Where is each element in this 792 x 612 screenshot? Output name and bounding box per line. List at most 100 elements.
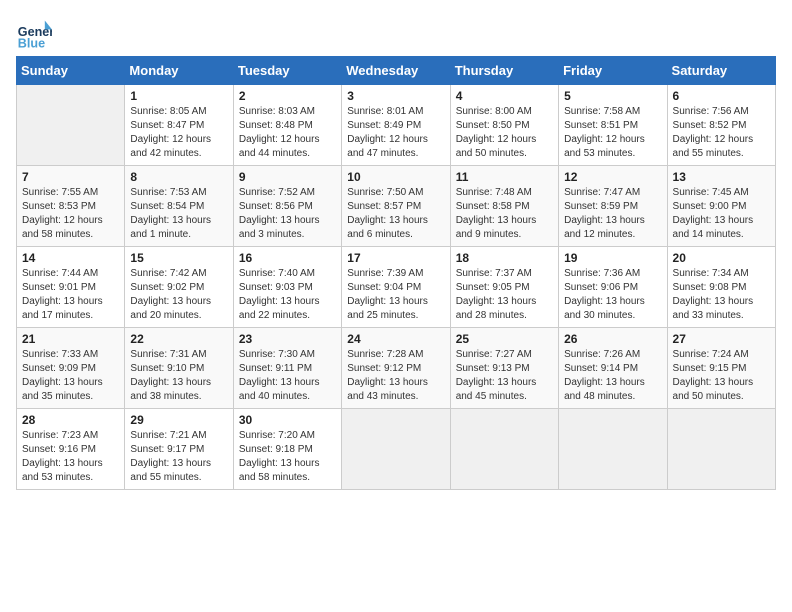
day-number: 7 bbox=[22, 170, 119, 184]
day-info: Sunrise: 7:40 AM Sunset: 9:03 PM Dayligh… bbox=[239, 267, 336, 323]
calendar-cell: 1 Sunrise: 8:05 AM Sunset: 8:47 PM Daylig… bbox=[125, 85, 233, 166]
weekday-header: Wednesday bbox=[342, 57, 450, 85]
day-info: Sunrise: 7:48 AM Sunset: 8:58 PM Dayligh… bbox=[456, 186, 553, 242]
calendar-cell: 14 Sunrise: 7:44 AM Sunset: 9:01 PM Dayli… bbox=[17, 247, 125, 328]
day-info: Sunrise: 7:26 AM Sunset: 9:14 PM Dayligh… bbox=[564, 348, 661, 404]
calendar-cell: 29 Sunrise: 7:21 AM Sunset: 9:17 PM Dayli… bbox=[125, 409, 233, 490]
page-header: General Blue bbox=[16, 16, 776, 52]
calendar-cell: 18Sunrise: 7:37 AM Sunset: 9:05 PM Dayli… bbox=[450, 247, 558, 328]
calendar-cell: 4Sunrise: 8:00 AM Sunset: 8:50 PM Daylig… bbox=[450, 85, 558, 166]
calendar-cell: 24 Sunrise: 7:28 AM Sunset: 9:12 PM Dayli… bbox=[342, 328, 450, 409]
calendar-cell: 11 Sunrise: 7:48 AM Sunset: 8:58 PM Dayli… bbox=[450, 166, 558, 247]
weekday-header: Friday bbox=[559, 57, 667, 85]
calendar-week-row: 7 Sunrise: 7:55 AM Sunset: 8:53 PM Daylig… bbox=[17, 166, 776, 247]
day-number: 13 bbox=[673, 170, 770, 184]
day-number: 20 bbox=[673, 251, 770, 265]
day-number: 1 bbox=[130, 89, 227, 103]
day-number: 23 bbox=[239, 332, 336, 346]
day-number: 29 bbox=[130, 413, 227, 427]
calendar-cell: 3 Sunrise: 8:01 AM Sunset: 8:49 PM Daylig… bbox=[342, 85, 450, 166]
calendar-cell: 20 Sunrise: 7:34 AM Sunset: 9:08 PM Dayli… bbox=[667, 247, 775, 328]
logo: General Blue bbox=[16, 16, 52, 52]
calendar-cell: 13 Sunrise: 7:45 AM Sunset: 9:00 PM Dayli… bbox=[667, 166, 775, 247]
calendar-cell: 26 Sunrise: 7:26 AM Sunset: 9:14 PM Dayli… bbox=[559, 328, 667, 409]
calendar-week-row: 14 Sunrise: 7:44 AM Sunset: 9:01 PM Dayli… bbox=[17, 247, 776, 328]
day-number: 26 bbox=[564, 332, 661, 346]
calendar-cell: 22 Sunrise: 7:31 AM Sunset: 9:10 PM Dayli… bbox=[125, 328, 233, 409]
day-number: 12 bbox=[564, 170, 661, 184]
day-info: Sunrise: 7:24 AM Sunset: 9:15 PM Dayligh… bbox=[673, 348, 770, 404]
day-number: 2 bbox=[239, 89, 336, 103]
day-info: Sunrise: 7:42 AM Sunset: 9:02 PM Dayligh… bbox=[130, 267, 227, 323]
day-info: Sunrise: 7:21 AM Sunset: 9:17 PM Dayligh… bbox=[130, 429, 227, 485]
calendar-cell: 23 Sunrise: 7:30 AM Sunset: 9:11 PM Dayli… bbox=[233, 328, 341, 409]
day-info: Sunrise: 7:28 AM Sunset: 9:12 PM Dayligh… bbox=[347, 348, 444, 404]
calendar-cell: 21 Sunrise: 7:33 AM Sunset: 9:09 PM Dayli… bbox=[17, 328, 125, 409]
day-info: Sunrise: 7:23 AM Sunset: 9:16 PM Dayligh… bbox=[22, 429, 119, 485]
calendar-week-row: 21 Sunrise: 7:33 AM Sunset: 9:09 PM Dayli… bbox=[17, 328, 776, 409]
day-info: Sunrise: 7:55 AM Sunset: 8:53 PM Dayligh… bbox=[22, 186, 119, 242]
day-info: Sunrise: 7:44 AM Sunset: 9:01 PM Dayligh… bbox=[22, 267, 119, 323]
calendar-cell bbox=[342, 409, 450, 490]
calendar-cell: 8 Sunrise: 7:53 AM Sunset: 8:54 PM Daylig… bbox=[125, 166, 233, 247]
calendar-week-row: 1 Sunrise: 8:05 AM Sunset: 8:47 PM Daylig… bbox=[17, 85, 776, 166]
day-number: 27 bbox=[673, 332, 770, 346]
logo-icon: General Blue bbox=[16, 16, 52, 52]
weekday-header: Sunday bbox=[17, 57, 125, 85]
calendar-cell: 27 Sunrise: 7:24 AM Sunset: 9:15 PM Dayli… bbox=[667, 328, 775, 409]
day-info: Sunrise: 7:34 AM Sunset: 9:08 PM Dayligh… bbox=[673, 267, 770, 323]
day-number: 10 bbox=[347, 170, 444, 184]
calendar-cell: 6 Sunrise: 7:56 AM Sunset: 8:52 PM Daylig… bbox=[667, 85, 775, 166]
day-number: 19 bbox=[564, 251, 661, 265]
day-number: 24 bbox=[347, 332, 444, 346]
calendar-cell: 12 Sunrise: 7:47 AM Sunset: 8:59 PM Dayli… bbox=[559, 166, 667, 247]
weekday-header-row: SundayMondayTuesdayWednesdayThursdayFrid… bbox=[17, 57, 776, 85]
weekday-header: Monday bbox=[125, 57, 233, 85]
day-number: 3 bbox=[347, 89, 444, 103]
calendar-cell: 9Sunrise: 7:52 AM Sunset: 8:56 PM Daylig… bbox=[233, 166, 341, 247]
day-info: Sunrise: 8:01 AM Sunset: 8:49 PM Dayligh… bbox=[347, 105, 444, 161]
day-info: Sunrise: 7:50 AM Sunset: 8:57 PM Dayligh… bbox=[347, 186, 444, 242]
day-number: 11 bbox=[456, 170, 553, 184]
calendar-cell: 19Sunrise: 7:36 AM Sunset: 9:06 PM Dayli… bbox=[559, 247, 667, 328]
svg-text:Blue: Blue bbox=[18, 37, 45, 51]
day-info: Sunrise: 8:00 AM Sunset: 8:50 PM Dayligh… bbox=[456, 105, 553, 161]
day-info: Sunrise: 8:05 AM Sunset: 8:47 PM Dayligh… bbox=[130, 105, 227, 161]
day-info: Sunrise: 7:56 AM Sunset: 8:52 PM Dayligh… bbox=[673, 105, 770, 161]
day-number: 21 bbox=[22, 332, 119, 346]
day-info: Sunrise: 7:39 AM Sunset: 9:04 PM Dayligh… bbox=[347, 267, 444, 323]
calendar-cell: 10 Sunrise: 7:50 AM Sunset: 8:57 PM Dayli… bbox=[342, 166, 450, 247]
day-number: 8 bbox=[130, 170, 227, 184]
weekday-header: Thursday bbox=[450, 57, 558, 85]
day-number: 22 bbox=[130, 332, 227, 346]
calendar-cell: 28 Sunrise: 7:23 AM Sunset: 9:16 PM Dayli… bbox=[17, 409, 125, 490]
day-info: Sunrise: 7:31 AM Sunset: 9:10 PM Dayligh… bbox=[130, 348, 227, 404]
day-number: 28 bbox=[22, 413, 119, 427]
day-number: 14 bbox=[22, 251, 119, 265]
day-info: Sunrise: 7:58 AM Sunset: 8:51 PM Dayligh… bbox=[564, 105, 661, 161]
calendar-cell bbox=[559, 409, 667, 490]
weekday-header: Saturday bbox=[667, 57, 775, 85]
day-info: Sunrise: 7:47 AM Sunset: 8:59 PM Dayligh… bbox=[564, 186, 661, 242]
day-number: 30 bbox=[239, 413, 336, 427]
day-info: Sunrise: 7:53 AM Sunset: 8:54 PM Dayligh… bbox=[130, 186, 227, 242]
calendar-cell: 7 Sunrise: 7:55 AM Sunset: 8:53 PM Daylig… bbox=[17, 166, 125, 247]
day-info: Sunrise: 7:30 AM Sunset: 9:11 PM Dayligh… bbox=[239, 348, 336, 404]
calendar-cell bbox=[450, 409, 558, 490]
day-number: 6 bbox=[673, 89, 770, 103]
calendar-cell: 15Sunrise: 7:42 AM Sunset: 9:02 PM Dayli… bbox=[125, 247, 233, 328]
calendar-cell: 30 Sunrise: 7:20 AM Sunset: 9:18 PM Dayli… bbox=[233, 409, 341, 490]
day-number: 9 bbox=[239, 170, 336, 184]
calendar-cell: 25Sunrise: 7:27 AM Sunset: 9:13 PM Dayli… bbox=[450, 328, 558, 409]
day-number: 25 bbox=[456, 332, 553, 346]
day-number: 5 bbox=[564, 89, 661, 103]
day-info: Sunrise: 7:45 AM Sunset: 9:00 PM Dayligh… bbox=[673, 186, 770, 242]
calendar-cell: 5 Sunrise: 7:58 AM Sunset: 8:51 PM Daylig… bbox=[559, 85, 667, 166]
day-info: Sunrise: 8:03 AM Sunset: 8:48 PM Dayligh… bbox=[239, 105, 336, 161]
day-info: Sunrise: 7:33 AM Sunset: 9:09 PM Dayligh… bbox=[22, 348, 119, 404]
calendar-week-row: 28 Sunrise: 7:23 AM Sunset: 9:16 PM Dayli… bbox=[17, 409, 776, 490]
calendar-cell: 17Sunrise: 7:39 AM Sunset: 9:04 PM Dayli… bbox=[342, 247, 450, 328]
day-info: Sunrise: 7:20 AM Sunset: 9:18 PM Dayligh… bbox=[239, 429, 336, 485]
day-number: 16 bbox=[239, 251, 336, 265]
day-info: Sunrise: 7:37 AM Sunset: 9:05 PM Dayligh… bbox=[456, 267, 553, 323]
